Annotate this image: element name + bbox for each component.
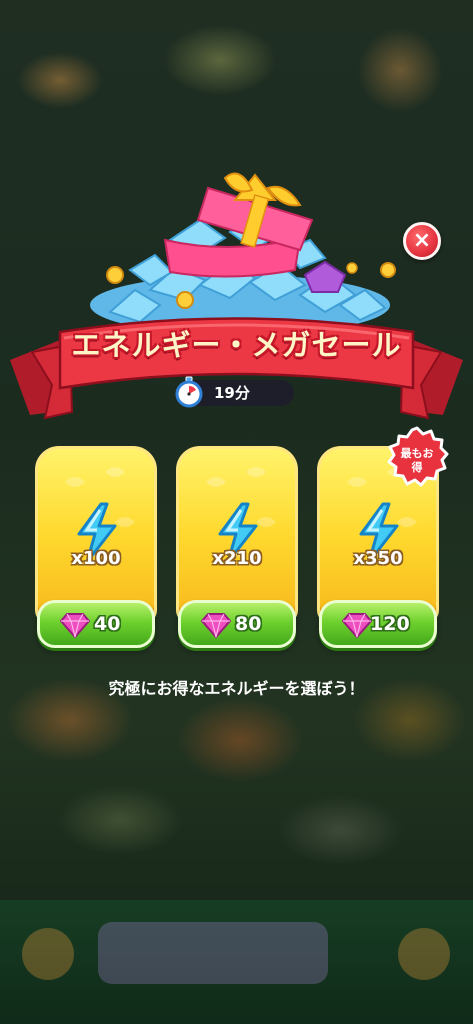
close-button[interactable]: × [403, 222, 441, 260]
quantity-label: x350 [353, 548, 403, 569]
timer-text: 19分 [214, 384, 250, 402]
buy-button[interactable]: 40 [37, 600, 155, 648]
gem-icon [60, 613, 90, 638]
bottom-right-button-blurred [398, 928, 450, 980]
gem-icon [201, 613, 231, 638]
popup-title: エネルギー・メガセール [71, 328, 402, 362]
buy-button[interactable]: 120 [319, 600, 437, 648]
bottom-panel-blurred [98, 922, 328, 984]
quantity-label: x210 [212, 548, 262, 569]
close-icon: × [412, 228, 432, 253]
price-text: 120 [370, 613, 410, 635]
price-text: 80 [235, 613, 262, 635]
title-ribbon [10, 317, 463, 420]
best-value-text: 最もお得 [400, 447, 434, 474]
footer-message: 究極にお得なエネルギーを選ぼう！ [108, 679, 365, 698]
quantity-label: x100 [71, 548, 121, 569]
price-text: 40 [94, 613, 121, 635]
stopwatch-icon [175, 376, 203, 408]
bottom-left-button-blurred [22, 928, 74, 980]
buy-button[interactable]: 80 [178, 600, 296, 648]
gem-icon [342, 613, 372, 638]
